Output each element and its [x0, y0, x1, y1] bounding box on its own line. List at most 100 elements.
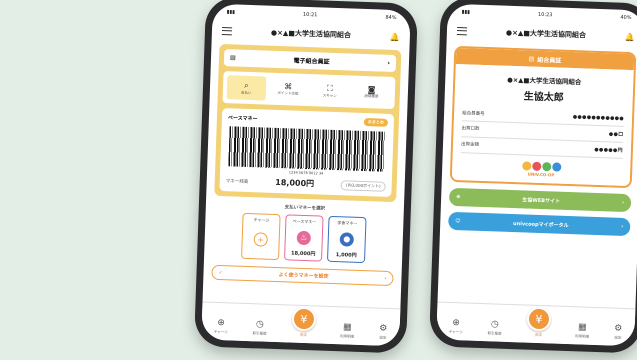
tab-bar: ⊕ チャージ ◷ 取引履歴 ¥ 決済 ▦ 利用明細 ⚙ 設定 [201, 301, 401, 347]
clock-icon: ◷ [255, 319, 264, 330]
plus-circle-icon: ⊕ [452, 317, 461, 329]
tab-statement[interactable]: ▦ 利用明細 [575, 322, 590, 339]
chevron-right-icon: › [384, 275, 387, 282]
tab-label: チャージ [448, 329, 463, 335]
clock-icon: ◷ [490, 319, 499, 330]
id-card-icon: ▤ [229, 54, 236, 62]
action-label: ポイント交換 [277, 90, 299, 96]
id-card-title: 組合員証 [537, 56, 562, 65]
member-card-button[interactable]: ▤ 電子組合員証 › [223, 49, 397, 73]
action-point-exchange[interactable]: ⌘ ポイント交換 [268, 77, 308, 102]
plus-circle-icon: ⊕ [217, 317, 226, 329]
logo-dot [551, 162, 561, 172]
member-name: 生協太郎 [523, 91, 564, 104]
tab-settings[interactable]: ⚙ 設定 [378, 323, 388, 341]
link-label: 生協WEBサイト [522, 196, 561, 205]
tab-bar: ⊕ チャージ ◷ 取引履歴 ¥ 決済 ▦ 利用明細 ⚙ 設定 [436, 301, 636, 347]
camera-icon: ◙ [367, 85, 376, 95]
action-read-history[interactable]: ◙ 読取履歴 [352, 80, 392, 105]
app-title: ●×▲■大学生活協同組合 [270, 28, 352, 40]
status-time: 10:21 [302, 11, 318, 19]
link-label: univcoopマイポータル [512, 220, 569, 229]
barcode [228, 126, 386, 172]
scan-icon: ⛶ [326, 83, 333, 93]
tab-settings[interactable]: ⚙ 設定 [613, 323, 623, 341]
payment-card: ベースマネー おまとめ 1234 5678 9012 34 マネー残高 18,0… [219, 108, 395, 197]
points-badge: (内3,000ポイント) [340, 179, 386, 192]
check-icon: ✓ [218, 269, 223, 276]
money-card-charge[interactable]: チャージ + [241, 212, 281, 261]
row-value: ●●●●●円 [594, 146, 623, 154]
row-value: ●●口 [608, 131, 624, 138]
bell-icon[interactable]: 🔔 [390, 32, 400, 41]
action-label: スキャン [322, 93, 337, 98]
favorite-money-button[interactable]: ✓ よく使うマネーを設定 › [211, 264, 394, 287]
battery-level: 84% [385, 14, 397, 22]
row-label: 組合員番号 [462, 111, 485, 117]
tab-label: 設定 [614, 335, 622, 340]
tab-charge[interactable]: ⊕ チャージ [214, 318, 228, 335]
action-scan[interactable]: ⛶ スキャン [310, 78, 350, 103]
gear-icon: ⚙ [378, 323, 388, 334]
bundle-tag[interactable]: おまとめ [363, 117, 389, 127]
id-card-body: ●×▲■大学生活協同組合 生協太郎 組合員番号 ●●●●●●●●●●● 出資口数 ●… [451, 63, 634, 187]
plus-icon: + [253, 232, 268, 247]
battery-level: 40% [620, 14, 632, 22]
phone-screen: ▮▮▮ 10:21 84% ●×▲■大学生活協同組合 🔔 ▤ 電子組合員証 › … [201, 3, 411, 347]
row-value: ●●●●●●●●●●● [572, 114, 625, 122]
tab-label: 決済 [534, 332, 542, 338]
receipt-icon: ▦ [577, 322, 587, 333]
balance-amount: 18,000円 [275, 177, 315, 189]
tab-history[interactable]: ◷ 取引履歴 [487, 319, 502, 336]
app-title: ●×▲■大学生活協同組合 [505, 28, 587, 40]
tab-history[interactable]: ◷ 取引履歴 [252, 319, 267, 336]
member-card-label: 電子組合員証 [293, 57, 330, 66]
tab-charge[interactable]: ⊕ チャージ [449, 318, 463, 335]
money-card-base[interactable]: ベースマネー ♨ 18,000円 [284, 214, 324, 262]
my-portal-link[interactable]: ☺ univcoopマイポータル › [448, 211, 631, 237]
money-card-name: 学食マネー [337, 220, 358, 226]
tab-label: 決済 [299, 332, 307, 338]
base-money-icon: ♨ [296, 230, 312, 245]
money-title: ベースマネー [227, 114, 258, 122]
menu-icon[interactable] [456, 26, 468, 36]
member-id-card: ▤ 組合員証 ●×▲■大学生活協同組合 生協太郎 組合員番号 ●●●●●●●●●●… [449, 45, 637, 189]
phone-screen: ▮▮▮ 10:23 40% ●×▲■大学生活協同組合 🔔 ▤ 組合員証 ●×▲■… [436, 3, 637, 347]
signal-icon: ▮▮▮ [461, 9, 471, 16]
logo-dot [521, 161, 531, 171]
tab-statement[interactable]: ▦ 利用明細 [340, 322, 355, 339]
balance-label: マネー残高 [225, 178, 249, 185]
money-card-name: チャージ [253, 217, 270, 223]
logo-dot [531, 161, 541, 171]
row-label: 出資金額 [460, 142, 480, 148]
money-card-row: チャージ + ベースマネー ♨ 18,000円 学食マネー ● 1,000円 [204, 212, 403, 265]
money-card-name: ベースマネー [292, 218, 317, 225]
tab-payment[interactable]: ¥ 決済 [526, 306, 552, 339]
person-icon: ☺ [455, 218, 461, 225]
chevron-right-icon: › [621, 223, 624, 230]
pay-search-icon: ⌕ [244, 80, 249, 90]
id-card-icon: ▤ [528, 55, 535, 63]
menu-icon[interactable] [221, 26, 233, 36]
money-card-amount: 18,000円 [290, 250, 316, 258]
money-card-cafeteria[interactable]: 学食マネー ● 1,000円 [326, 215, 367, 264]
money-card-amount: 1,000円 [335, 252, 357, 259]
receipt-icon: ▦ [342, 322, 352, 333]
tab-label: 利用明細 [340, 334, 355, 339]
coop-website-link[interactable]: ⊕ 生協WEBサイト › [448, 187, 632, 213]
tab-label: チャージ [213, 329, 228, 335]
action-label: 読取履歴 [364, 93, 379, 99]
bell-icon[interactable]: 🔔 [625, 32, 635, 41]
payment-panel: ▤ 電子組合員証 › ⌕ 支払い ⌘ ポイント交換 ⛶ スキャン ◙ 読取履歴 … [214, 43, 402, 203]
action-pay[interactable]: ⌕ 支払い [226, 75, 267, 101]
gear-icon: ⚙ [613, 323, 623, 334]
yen-icon: ¥ [526, 306, 552, 332]
qr-icon: ⌘ [284, 82, 293, 92]
stage: ▮▮▮ 10:21 84% ●×▲■大学生活協同組合 🔔 ▤ 電子組合員証 › … [0, 0, 637, 360]
tab-label: 利用明細 [575, 334, 590, 339]
action-label: 支払い [240, 90, 252, 95]
cafeteria-money-icon: ● [339, 231, 355, 247]
tab-payment[interactable]: ¥ 決済 [291, 306, 317, 339]
phone-member-card: ▮▮▮ 10:23 40% ●×▲■大学生活協同組合 🔔 ▤ 組合員証 ●×▲■… [428, 0, 637, 354]
tab-label: 取引履歴 [487, 331, 502, 336]
